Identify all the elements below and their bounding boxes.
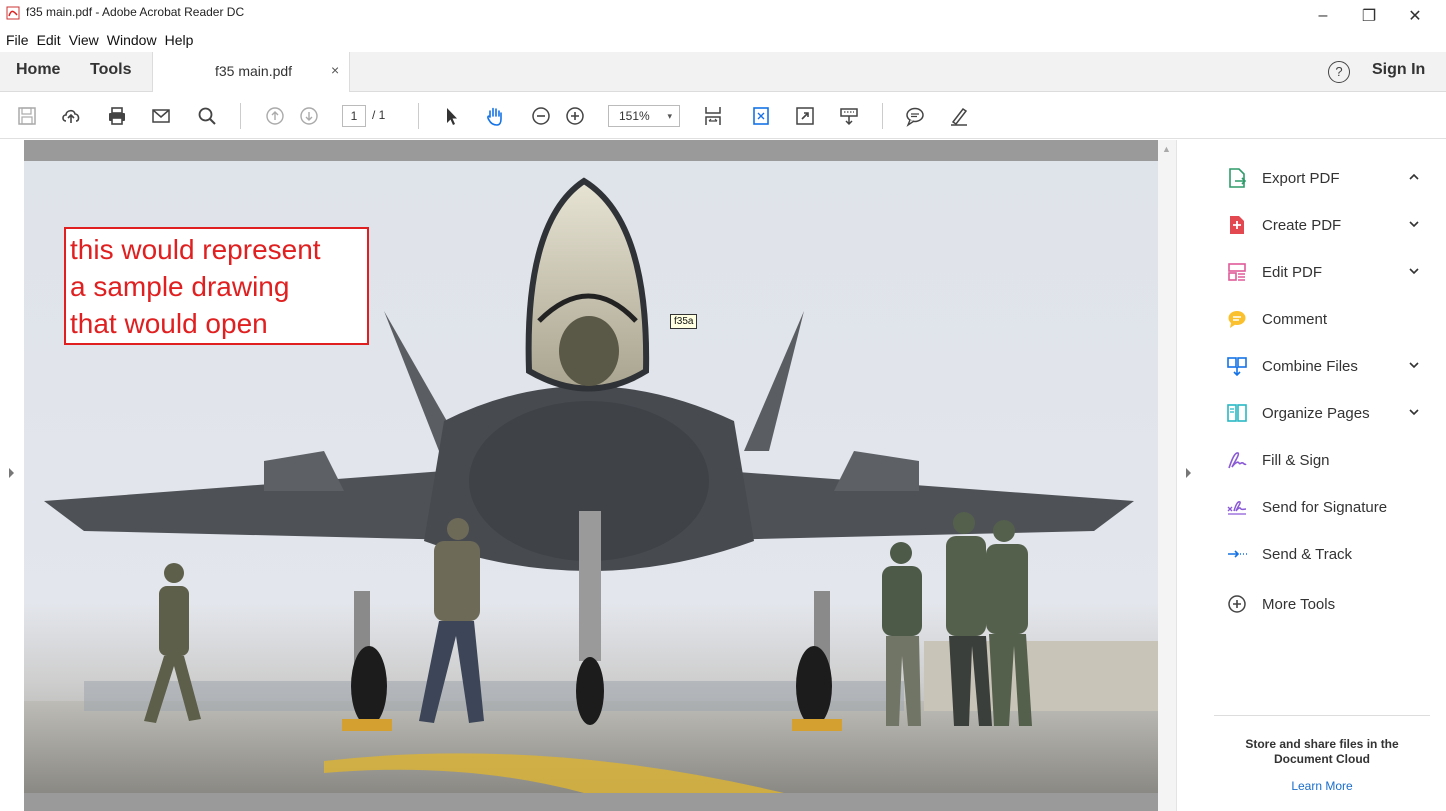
document-cloud-promo: Store and share files in the Document Cl… <box>1214 737 1430 767</box>
chevron-down-icon[interactable] <box>1406 216 1422 232</box>
menu-help[interactable]: Help <box>161 30 198 50</box>
red-annotation-box[interactable]: this would represent a sample drawing th… <box>64 227 369 345</box>
chevron-down-icon: ▾ <box>667 111 672 121</box>
learn-more-link[interactable]: Learn More <box>1214 779 1430 793</box>
toolbar-divider <box>882 103 883 129</box>
search-icon[interactable] <box>194 103 220 129</box>
tab-document[interactable]: f35 main.pdf × <box>152 52 350 92</box>
collapse-right-pane-icon[interactable] <box>1186 468 1191 478</box>
zoom-in-icon[interactable] <box>562 103 588 129</box>
menu-window[interactable]: Window <box>103 30 161 50</box>
previous-page-icon[interactable] <box>262 103 288 129</box>
title-bar: f35 main.pdf - Adobe Acrobat Reader DC –… <box>0 0 1446 34</box>
send-track-icon <box>1226 543 1248 565</box>
annotation-line-2: a sample drawing <box>70 271 290 302</box>
close-window-button[interactable]: ✕ <box>1392 0 1438 32</box>
read-mode-icon[interactable] <box>836 103 862 129</box>
toolbar-divider <box>240 103 241 129</box>
tool-organize-pages[interactable]: Organize Pages <box>1226 397 1426 429</box>
acrobat-app-icon <box>6 6 20 20</box>
comment-bubble-icon[interactable] <box>902 103 928 129</box>
page-total: / 1 <box>372 108 386 122</box>
tool-label: Combine Files <box>1262 357 1358 375</box>
tab-home[interactable]: Home <box>16 61 60 79</box>
tab-close-icon[interactable]: × <box>331 62 339 78</box>
tool-create-pdf[interactable]: Create PDF <box>1226 209 1426 241</box>
tool-edit-pdf[interactable]: Edit PDF <box>1226 256 1426 288</box>
tool-label: More Tools <box>1262 595 1336 613</box>
tab-tools[interactable]: Tools <box>90 61 131 79</box>
chevron-down-icon[interactable] <box>1406 263 1422 279</box>
tabs-bar: Home Tools f35 main.pdf × ? Sign In <box>0 52 1446 92</box>
highlight-pen-icon[interactable] <box>946 103 972 129</box>
tool-comment[interactable]: Comment <box>1226 303 1426 335</box>
tool-label: Comment <box>1262 310 1328 328</box>
zoom-level-value: 151% <box>619 109 650 123</box>
tool-combine-files[interactable]: Combine Files <box>1226 350 1426 382</box>
scroll-up-icon[interactable]: ▲ <box>1162 144 1171 154</box>
export-pdf-icon <box>1226 167 1248 189</box>
maximize-button[interactable]: ❐ <box>1346 0 1392 32</box>
annotation-line-1: this would represent <box>70 234 321 265</box>
tool-send-track[interactable]: Send & Track <box>1226 538 1426 570</box>
right-pane-handle[interactable] <box>1176 140 1200 811</box>
expand-left-pane-icon[interactable] <box>9 468 14 478</box>
tool-label: Fill & Sign <box>1262 451 1330 469</box>
chevron-up-icon[interactable] <box>1406 169 1422 185</box>
minimize-button[interactable]: – <box>1300 0 1346 32</box>
promo-line-1: Store and share files in the <box>1245 737 1399 751</box>
save-icon[interactable] <box>14 103 40 129</box>
annotation-line-3: that would open <box>70 308 268 339</box>
edit-pdf-icon <box>1226 261 1248 283</box>
tools-pane: Export PDF Create PDF Edit PDF Comment C… <box>1200 140 1446 811</box>
left-pane-handle[interactable] <box>0 140 24 811</box>
email-icon[interactable] <box>148 103 174 129</box>
select-cursor-icon[interactable] <box>438 103 464 129</box>
tool-label: Export PDF <box>1262 169 1340 187</box>
full-screen-icon[interactable] <box>792 103 818 129</box>
zoom-out-icon[interactable] <box>528 103 554 129</box>
menu-edit[interactable]: Edit <box>33 30 65 50</box>
tool-label: Organize Pages <box>1262 404 1370 422</box>
promo-line-2: Document Cloud <box>1274 752 1370 766</box>
panel-divider <box>1214 715 1430 716</box>
zoom-level-select[interactable]: 151% ▾ <box>608 105 680 127</box>
fit-page-icon[interactable] <box>748 103 774 129</box>
tool-label: Edit PDF <box>1262 263 1323 281</box>
hand-tool-icon[interactable] <box>482 103 508 129</box>
comment-icon <box>1226 308 1248 330</box>
send-signature-icon <box>1226 496 1248 518</box>
tool-label: Send for Signature <box>1262 498 1388 516</box>
menu-bar: File Edit View Window Help <box>0 30 197 50</box>
next-page-icon[interactable] <box>296 103 322 129</box>
tool-fill-sign[interactable]: Fill & Sign <box>1226 444 1426 476</box>
more-tools-icon <box>1226 593 1248 615</box>
link-tooltip: f35a <box>670 314 698 329</box>
upload-cloud-icon[interactable] <box>58 103 84 129</box>
menu-file[interactable]: File <box>0 30 33 50</box>
toolbar-divider <box>418 103 419 129</box>
tool-more-tools[interactable]: More Tools <box>1226 588 1426 620</box>
page-number-input[interactable]: 1 <box>342 105 366 127</box>
toolbar: 1 / 1 151% ▾ <box>0 93 1446 139</box>
help-icon[interactable]: ? <box>1328 61 1350 83</box>
sign-in-button[interactable]: Sign In <box>1372 61 1425 79</box>
tool-send-for-signature[interactable]: Send for Signature <box>1226 491 1426 523</box>
print-icon[interactable] <box>104 103 130 129</box>
create-pdf-icon <box>1226 214 1248 236</box>
tool-label: Send & Track <box>1262 545 1353 563</box>
menu-view[interactable]: View <box>65 30 103 50</box>
tool-label: Create PDF <box>1262 216 1342 234</box>
chevron-down-icon[interactable] <box>1406 404 1422 420</box>
fill-sign-icon <box>1226 449 1248 471</box>
window-title: f35 main.pdf - Adobe Acrobat Reader DC <box>26 5 245 19</box>
combine-files-icon <box>1226 355 1248 377</box>
tab-document-label: f35 main.pdf <box>215 63 293 79</box>
tool-export-pdf[interactable]: Export PDF <box>1226 162 1426 194</box>
chevron-down-icon[interactable] <box>1406 357 1422 373</box>
organize-pages-icon <box>1226 402 1248 424</box>
vertical-scrollbar[interactable]: ▲ <box>1158 140 1176 811</box>
fit-width-icon[interactable] <box>700 103 726 129</box>
